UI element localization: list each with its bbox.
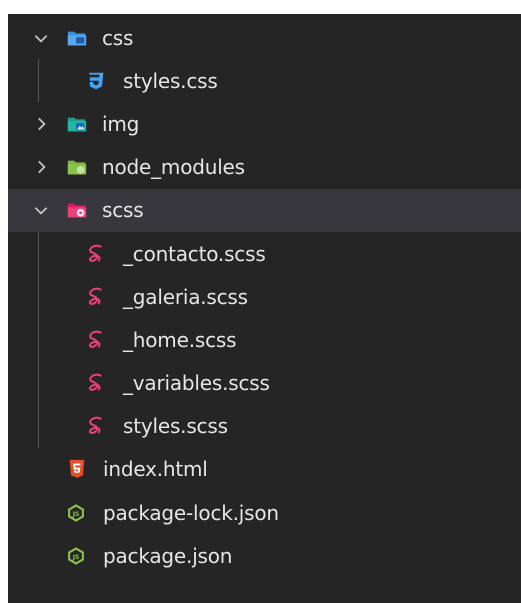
tree-item-label: package-lock.json [103, 500, 279, 525]
tree-item-label: package.json [103, 543, 233, 568]
indent-guide [38, 361, 39, 405]
tree-item-galeria-scss[interactable]: _galeria.scss [8, 275, 521, 319]
tree-item-label: index.html [103, 457, 208, 482]
indent-guide [38, 59, 39, 103]
chevron-down-icon[interactable] [32, 29, 50, 47]
chevron-right-icon[interactable] [32, 115, 50, 133]
tree-item-label: node_modules [102, 155, 245, 180]
css-file-icon [89, 72, 104, 90]
tree-item-img-folder[interactable]: img [8, 102, 521, 145]
nodejs-file-icon: JS [68, 547, 84, 565]
tree-item-label: _contacto.scss [123, 241, 266, 266]
tree-item-variables-scss[interactable]: _variables.scss [8, 361, 521, 405]
node-folder-icon [67, 160, 87, 175]
svg-text:JS: JS [72, 554, 80, 561]
indent-guide [38, 318, 39, 362]
tree-item-label: scss [102, 198, 144, 223]
tree-item-index-html[interactable]: index.html [8, 448, 521, 491]
sass-file-icon [88, 330, 102, 348]
tree-item-home-scss[interactable]: _home.scss [8, 318, 521, 362]
tree-item-node-modules-folder[interactable]: node_modules [8, 146, 521, 189]
sass-file-icon [88, 244, 102, 262]
tree-item-styles-css[interactable]: styles.css [8, 59, 521, 103]
svg-text:JS: JS [72, 511, 80, 518]
file-tree: css styles.css img node_modules scss _co… [8, 16, 521, 577]
image-folder-icon [67, 117, 87, 132]
tree-item-label: styles.css [123, 68, 218, 93]
tree-item-package-json[interactable]: JS package.json [8, 534, 521, 577]
tree-item-styles-scss[interactable]: styles.scss [8, 404, 521, 448]
tree-item-package-lock-json[interactable]: JS package-lock.json [8, 491, 521, 534]
indent-guide [38, 275, 39, 319]
sass-file-icon [88, 373, 102, 391]
tree-item-scss-folder[interactable]: scss [8, 188, 521, 232]
tree-item-label: _variables.scss [123, 371, 270, 396]
tree-item-css-folder[interactable]: css [8, 16, 521, 59]
tree-item-label: img [102, 111, 140, 136]
indent-guide [38, 404, 39, 448]
sass-file-icon [88, 287, 102, 305]
sass-folder-icon [67, 203, 87, 218]
tree-item-label: _galeria.scss [123, 284, 248, 309]
indent-guide [38, 231, 39, 276]
tree-item-contacto-scss[interactable]: _contacto.scss [8, 231, 521, 276]
nodejs-file-icon: JS [68, 503, 84, 522]
tree-item-label: styles.scss [123, 414, 228, 439]
tree-item-label: css [102, 25, 134, 50]
sass-file-icon [88, 416, 102, 435]
chevron-right-icon[interactable] [32, 158, 50, 176]
html5-file-icon [69, 460, 85, 479]
css-folder-icon [67, 31, 87, 45]
chevron-down-icon[interactable] [32, 201, 50, 219]
explorer-panel: css styles.css img node_modules scss _co… [8, 14, 521, 603]
tree-item-label: _home.scss [123, 327, 237, 352]
